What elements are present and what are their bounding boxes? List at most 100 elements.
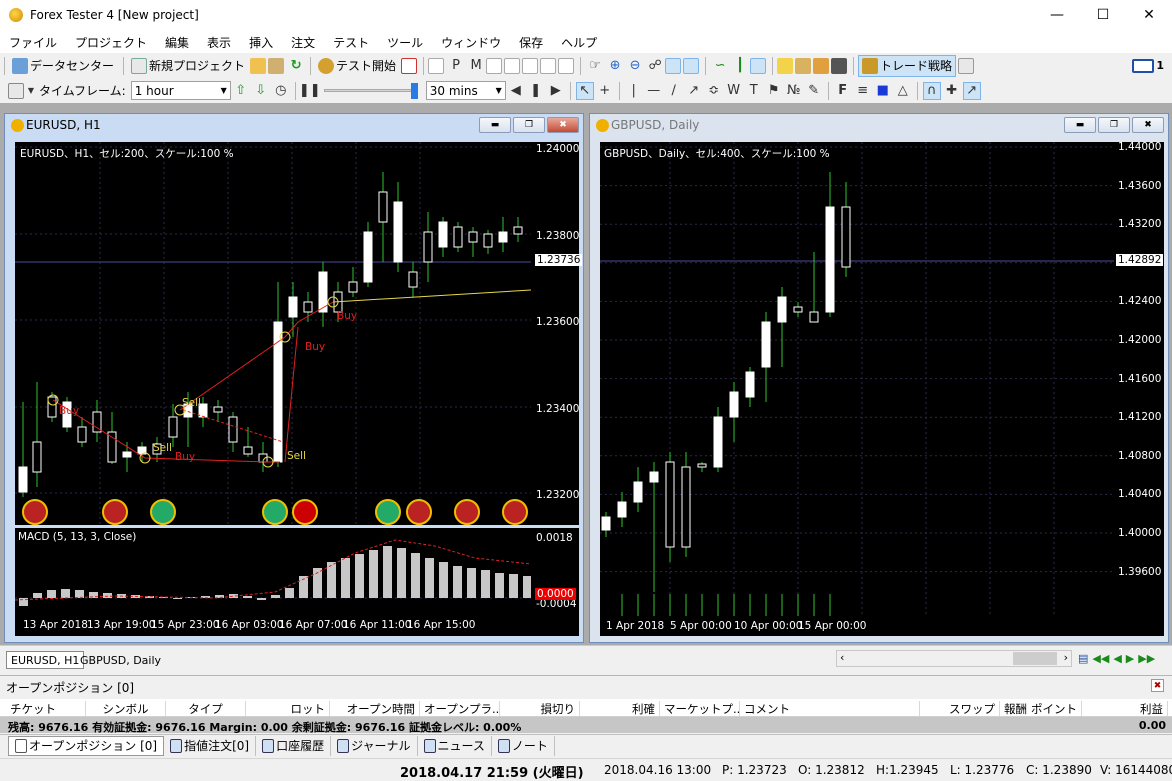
- next-icon[interactable]: ▶: [1126, 652, 1134, 665]
- copy-icon[interactable]: [268, 57, 285, 74]
- scroll-right-icon[interactable]: ›: [1064, 651, 1068, 664]
- pause-icon[interactable]: ❚❚: [299, 82, 321, 100]
- menu-edit[interactable]: 編集: [156, 34, 198, 51]
- column-header[interactable]: チケット: [6, 701, 86, 716]
- add-indicator-icon[interactable]: [777, 57, 794, 74]
- restore-button[interactable]: ❐: [513, 117, 545, 133]
- open-folder-icon[interactable]: [250, 57, 267, 74]
- menu-project[interactable]: プロジェクト: [66, 34, 156, 51]
- last-icon[interactable]: ▶▶: [1138, 652, 1155, 665]
- clear-icon[interactable]: [813, 57, 830, 74]
- fibonacci-icon[interactable]: F: [834, 82, 852, 100]
- p-icon[interactable]: P: [447, 57, 465, 75]
- menu-file[interactable]: ファイル: [0, 34, 66, 51]
- column-header[interactable]: コメント: [740, 701, 920, 716]
- step-back-icon[interactable]: ◀: [507, 82, 525, 100]
- tab-account-history[interactable]: 口座履歴: [256, 735, 332, 756]
- crosshair2-icon[interactable]: ✚: [943, 82, 961, 100]
- trade-strategy-button[interactable]: トレード戦略: [858, 54, 957, 77]
- tab-news[interactable]: ニュース: [418, 735, 492, 756]
- timeframe-select[interactable]: 1 hour ▼: [130, 81, 231, 100]
- camera-icon[interactable]: [831, 57, 848, 74]
- zoom-in-icon[interactable]: ⊕: [606, 57, 624, 75]
- text-icon[interactable]: T: [745, 82, 763, 100]
- step-forward-icon[interactable]: ▶: [547, 82, 565, 100]
- menu-insert[interactable]: 挿入: [240, 34, 282, 51]
- stop-test-icon[interactable]: [401, 57, 418, 74]
- start-test-button[interactable]: テスト開始: [315, 55, 399, 77]
- templates-icon[interactable]: [795, 57, 812, 74]
- chevron-down-icon[interactable]: ▼: [27, 82, 35, 100]
- vertical-line-icon[interactable]: |: [625, 82, 643, 100]
- chart-shift-icon[interactable]: [665, 57, 682, 74]
- fibo-numbers-icon[interactable]: №: [785, 82, 803, 100]
- menu-order[interactable]: 注文: [282, 34, 324, 51]
- strategy-list-icon[interactable]: [958, 57, 975, 74]
- gbpusd-price-plot[interactable]: GBPUSD、Daily、セル:400、スケール:100 %: [600, 142, 1114, 616]
- doc-list-icon[interactable]: [540, 57, 557, 74]
- eurusd-price-plot[interactable]: Buy Sell Buy Sell Sell Buy Buy EURUSD、H1、セル:20…: [15, 142, 532, 525]
- close-button[interactable]: ✖: [547, 117, 579, 133]
- speed-select[interactable]: 30 mins ▼: [425, 81, 506, 100]
- zoom-out-icon[interactable]: ⊖: [626, 57, 644, 75]
- new-project-button[interactable]: 新規プロジェクト: [128, 55, 248, 77]
- column-header[interactable]: スワップ: [920, 701, 1000, 716]
- menu-tools[interactable]: ツール: [378, 34, 432, 51]
- menu-test[interactable]: テスト: [324, 34, 378, 51]
- menu-window[interactable]: ウィンドウ: [432, 34, 510, 51]
- autoscroll-icon[interactable]: [683, 57, 700, 74]
- arrow-up-icon[interactable]: ⇧: [232, 82, 250, 100]
- scroll-left-icon[interactable]: ‹: [840, 651, 844, 664]
- doc-list2-icon[interactable]: [558, 57, 575, 74]
- minimize-button[interactable]: ▬: [1064, 117, 1096, 133]
- ray-icon[interactable]: ↗: [685, 82, 703, 100]
- column-header[interactable]: 損切り: [500, 701, 580, 716]
- lines-icon[interactable]: ≡: [854, 82, 872, 100]
- arrow-down-icon[interactable]: ⇩: [252, 82, 270, 100]
- speed-slider[interactable]: [323, 83, 418, 99]
- column-header[interactable]: 利益: [1082, 701, 1168, 716]
- tab-journal[interactable]: ジャーナル: [331, 735, 418, 756]
- close-button[interactable]: ✕: [1126, 0, 1172, 30]
- column-header[interactable]: マーケットプ...: [660, 701, 740, 716]
- menu-save[interactable]: 保存: [510, 34, 552, 51]
- label-icon[interactable]: ⚑: [765, 82, 783, 100]
- color-icon[interactable]: ■: [874, 82, 892, 100]
- snap-icon[interactable]: ↗: [962, 81, 981, 100]
- restore-button[interactable]: ❐: [1098, 117, 1130, 133]
- cursor-icon[interactable]: ↖: [575, 81, 594, 100]
- menu-view[interactable]: 表示: [198, 34, 240, 51]
- prev-icon[interactable]: ◀: [1113, 652, 1121, 665]
- first-icon[interactable]: ◀◀: [1092, 652, 1109, 665]
- channel-icon[interactable]: ≎: [705, 82, 723, 100]
- column-header[interactable]: オープン時間: [330, 701, 420, 716]
- maximize-button[interactable]: ☐: [1080, 0, 1126, 30]
- chart-list-icon[interactable]: ▤: [1078, 652, 1088, 665]
- crosshair-icon[interactable]: +: [596, 82, 614, 100]
- column-header[interactable]: 利確: [580, 701, 660, 716]
- candle-chart-icon[interactable]: [750, 57, 767, 74]
- chart-tab-gbpusd[interactable]: GBPUSD, Daily: [76, 651, 165, 669]
- close-doc-icon[interactable]: [522, 57, 539, 74]
- column-header[interactable]: ポイント: [1022, 701, 1082, 716]
- close-icon[interactable]: ✖: [1151, 679, 1164, 692]
- shapes-icon[interactable]: △: [894, 82, 912, 100]
- check-doc-icon[interactable]: [486, 57, 503, 74]
- horizontal-line-icon[interactable]: —: [645, 82, 663, 100]
- tab-notes[interactable]: ノート: [492, 735, 555, 756]
- close-button[interactable]: ✖: [1132, 117, 1164, 133]
- bar-chart-icon[interactable]: ┃: [731, 57, 749, 75]
- scrollbar-thumb[interactable]: [1013, 652, 1057, 665]
- chart-window-eurusd[interactable]: EURUSD, H1 ▬ ❐ ✖ Buy Sell Buy Sell Sell Buy Buy …: [4, 113, 584, 643]
- chart-tab-eurusd[interactable]: EURUSD, H1: [6, 651, 85, 669]
- minimize-button[interactable]: ▬: [479, 117, 511, 133]
- line-chart-icon[interactable]: ∽: [711, 57, 729, 75]
- column-header[interactable]: タイプ: [166, 701, 246, 716]
- column-header[interactable]: シンボル: [86, 701, 166, 716]
- column-header[interactable]: 報酬: [1000, 701, 1027, 716]
- check-doc2-icon[interactable]: [504, 57, 521, 74]
- chart-scrollbar[interactable]: ‹ ›: [836, 650, 1072, 667]
- clock-icon[interactable]: ◷: [272, 82, 290, 100]
- macd-plot[interactable]: MACD (5, 13, 3, Close): [14, 528, 532, 614]
- magnet-icon[interactable]: ∩: [922, 81, 941, 100]
